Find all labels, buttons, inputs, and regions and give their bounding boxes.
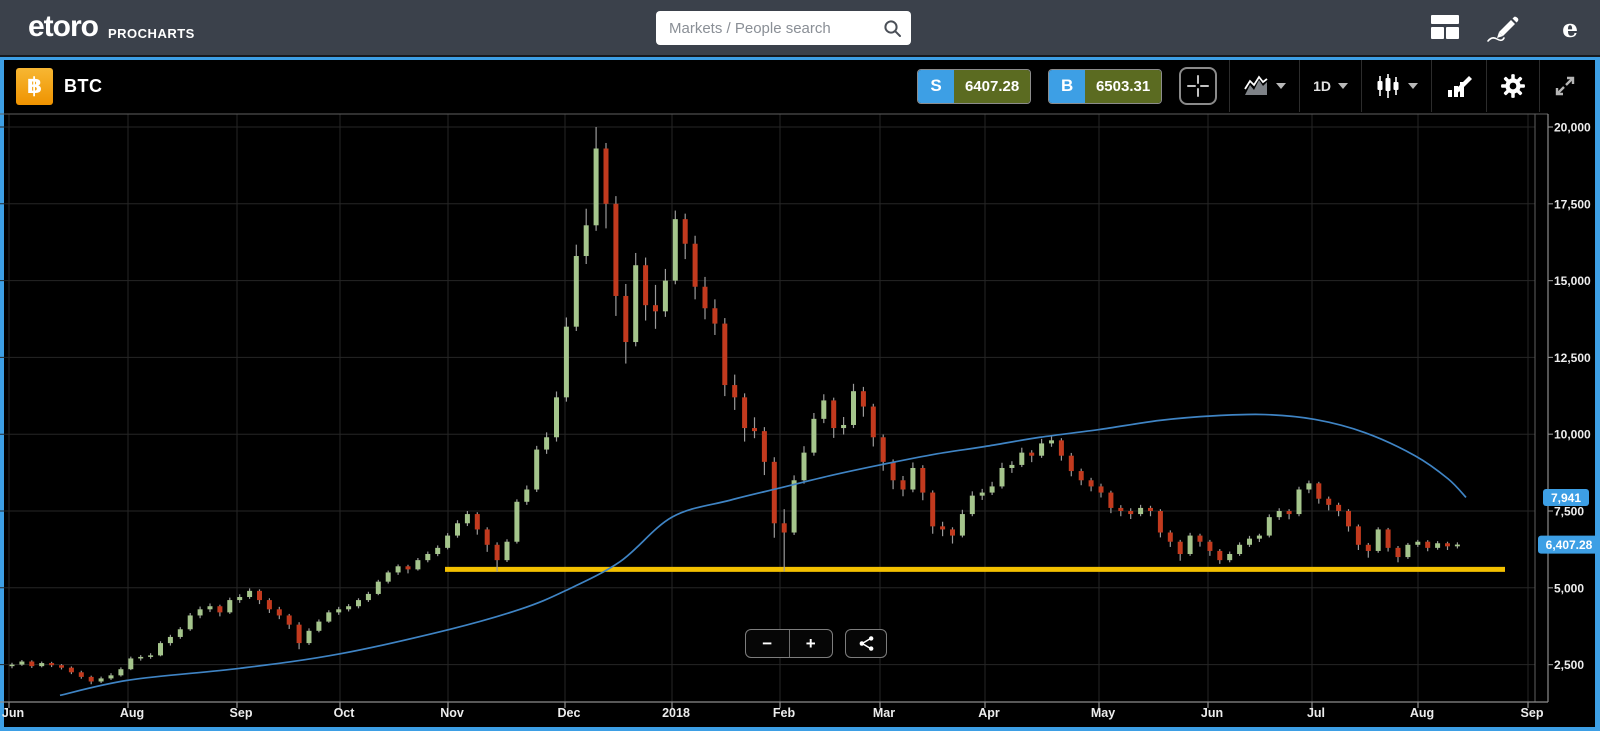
candlestick-icon xyxy=(1377,74,1399,98)
instrument-block: ฿ BTC xyxy=(4,67,103,105)
chevron-down-icon xyxy=(1276,83,1287,89)
etoro-logo-text: etoro xyxy=(28,10,99,43)
search-icon[interactable] xyxy=(883,19,902,43)
etoro-logo[interactable]: etoro PROCHARTS xyxy=(28,12,195,42)
sell-button[interactable]: S 6407.28 xyxy=(917,68,1032,104)
expand-icon xyxy=(1555,76,1575,96)
sell-label: S xyxy=(918,69,955,103)
settings-button[interactable] xyxy=(1487,60,1539,112)
etoro-bull-letter: e xyxy=(1562,14,1578,43)
chart-type-button[interactable] xyxy=(1362,60,1431,112)
share-icon xyxy=(859,636,873,651)
interval-label: 1D xyxy=(1313,78,1331,94)
etoro-bull-icon[interactable]: e xyxy=(1562,16,1578,42)
symbol-label: BTC xyxy=(64,75,103,96)
buy-label: B xyxy=(1049,69,1086,103)
draw-on-chart-icon xyxy=(1448,76,1472,97)
search-box xyxy=(656,11,911,45)
buy-button[interactable]: B 6503.31 xyxy=(1048,68,1163,104)
layout-grid-icon[interactable] xyxy=(1430,14,1460,45)
interval-selector[interactable]: 1D xyxy=(1300,60,1361,112)
share-button[interactable] xyxy=(845,629,887,658)
zoom-out-button[interactable]: − xyxy=(746,630,789,657)
compare-chart-icon xyxy=(1244,75,1268,95)
fullscreen-button[interactable] xyxy=(1540,60,1595,112)
draw-pencil-icon[interactable] xyxy=(1484,14,1520,49)
zoom-in-button[interactable]: + xyxy=(790,630,833,657)
compare-chart-button[interactable] xyxy=(1230,60,1299,112)
procharts-label: PROCHARTS xyxy=(108,26,195,41)
crosshair-tool-button[interactable] xyxy=(1179,67,1218,105)
chevron-down-icon xyxy=(1338,83,1348,89)
top-nav-bar: etoro PROCHARTS e xyxy=(0,0,1600,57)
buy-price: 6503.31 xyxy=(1085,69,1162,103)
zoom-controls: − + xyxy=(745,629,833,658)
chevron-down-icon xyxy=(1408,83,1418,89)
chart-toolbar: S 6407.28 B 6503.31 1D xyxy=(917,60,1595,112)
drawing-tools-button[interactable] xyxy=(1432,60,1486,112)
chart-header-bar: ฿ BTC S 6407.28 B 6503.31 1D xyxy=(4,60,1595,112)
gear-icon xyxy=(1501,74,1525,98)
search-input[interactable] xyxy=(656,11,911,45)
bitcoin-icon: ฿ xyxy=(16,67,53,105)
sell-price: 6407.28 xyxy=(954,69,1031,103)
crosshair-icon xyxy=(1187,75,1210,97)
